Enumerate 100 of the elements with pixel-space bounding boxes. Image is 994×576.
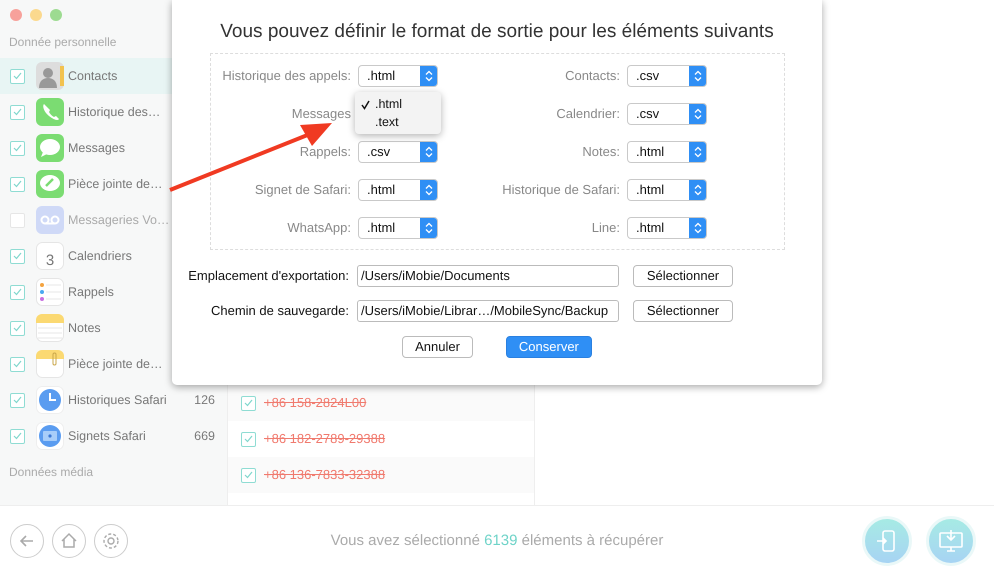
back-button[interactable] [10, 524, 44, 558]
checkmark-icon [13, 396, 22, 404]
selection-summary: Vous avez sélectionné 6139 éléments à récupérer [330, 530, 664, 551]
clock-icon [35, 385, 65, 415]
checkbox[interactable] [10, 248, 25, 264]
reminders-list-icon [35, 277, 65, 307]
checkbox[interactable] [10, 392, 25, 408]
notepad-icon [35, 313, 65, 343]
section-heading: Données média [8, 464, 94, 481]
checkbox[interactable] [10, 176, 25, 192]
checkmark-icon [13, 144, 22, 152]
item-label: Calendriers [68, 248, 133, 265]
cancel-button[interactable]: Annuler [402, 336, 473, 358]
menu-option[interactable]: .html [355, 95, 441, 113]
checkbox[interactable] [10, 428, 25, 444]
checkmark-icon [244, 471, 253, 479]
format-label: Messages [290, 105, 351, 124]
item-label: Historique des… [68, 104, 162, 121]
stepper-arrows-icon [694, 108, 702, 120]
format-label: Line: [590, 219, 620, 238]
checkbox[interactable] [10, 356, 25, 372]
stepper-arrows-icon [694, 184, 702, 196]
checkbox[interactable] [241, 396, 256, 410]
stepper-arrows-icon [694, 146, 702, 158]
sidebar-item[interactable]: Historique des… [0, 94, 227, 130]
stepper-arrows-icon [424, 146, 432, 158]
item-label: Messages [68, 140, 126, 157]
stepper-arrows-icon [694, 222, 702, 234]
item-label: Messageries Vo… [68, 212, 170, 229]
checkmark-icon [13, 324, 22, 332]
format-select[interactable]: .html [627, 179, 707, 201]
home-icon [60, 532, 78, 550]
format-select[interactable]: .html [358, 179, 438, 201]
notepad-paperclip-icon [35, 349, 65, 379]
checkmark-icon [13, 252, 22, 260]
recover-to-computer-button[interactable] [926, 516, 976, 566]
contact-card-icon [35, 61, 65, 91]
sidebar-item[interactable]: Historiques Safari 126 [0, 382, 227, 418]
phone-number: +86 136-7833-32388 [264, 466, 386, 484]
path-field[interactable]: /Users/iMobie/Documents [357, 264, 619, 286]
phone-number: +86 182-2789-29388 [264, 430, 386, 448]
item-label: Signets Safari [68, 428, 147, 445]
format-label: Rappels: [298, 143, 351, 162]
dialog-title: Vous pouvez définir le format de sortie pour les éléments suivants [219, 20, 775, 44]
item-label: Notes [68, 320, 102, 337]
select-folder-button[interactable]: Sélectionner [633, 300, 733, 322]
stepper-arrows-icon [424, 70, 432, 82]
checkmark-icon [13, 108, 22, 116]
settings-button[interactable] [94, 524, 128, 558]
path-field[interactable]: /Users/iMobie/Librar…/MobileSync/Backup [357, 300, 619, 322]
item-label: Rappels [68, 284, 115, 301]
settings-icon [101, 531, 121, 551]
calendar-icon: 3 [35, 241, 65, 271]
checkmark-icon [13, 288, 22, 296]
format-label: Historique de Safari: [501, 181, 620, 200]
format-select[interactable]: .csv [627, 103, 707, 125]
item-count: 126 [194, 392, 215, 409]
item-label: Pièce jointe de… [68, 356, 164, 373]
sidebar-item[interactable]: Signets Safari 669 [0, 418, 227, 454]
zoom-window-button[interactable] [50, 9, 62, 21]
format-label: Notes: [581, 143, 620, 162]
format-label: WhatsApp: [286, 219, 351, 238]
format-label: Calendrier: [555, 105, 620, 124]
checkbox[interactable] [10, 284, 25, 300]
chat-bubble-icon [35, 133, 65, 163]
format-select[interactable]: .html [358, 217, 438, 239]
item-label: Historiques Safari [68, 392, 168, 409]
recover-to-device-button[interactable] [862, 516, 912, 566]
checkbox[interactable] [241, 468, 256, 482]
checkmark-icon [244, 435, 253, 443]
select-folder-button[interactable]: Sélectionner [633, 264, 733, 286]
chat-paperclip-icon [35, 169, 65, 199]
menu-option[interactable]: .text [355, 113, 441, 131]
stepper-arrows-icon [694, 70, 702, 82]
checkbox[interactable] [241, 432, 256, 446]
checkbox[interactable] [10, 104, 25, 120]
phone-icon [35, 97, 65, 127]
checkbox[interactable] [10, 140, 25, 156]
checkmark-icon [13, 432, 22, 440]
item-label: Contacts [68, 68, 118, 85]
checkmark-icon [13, 72, 22, 80]
checkbox[interactable] [10, 68, 25, 84]
close-window-button[interactable] [10, 9, 22, 21]
format-select[interactable]: .csv [627, 65, 707, 87]
format-select[interactable]: .html [627, 141, 707, 163]
phone-number: +86 158-2824L00 [264, 394, 366, 412]
item-label: Pièce jointe de… [68, 176, 164, 193]
format-select[interactable]: .html [358, 65, 438, 87]
sidebar-item[interactable]: Pièce jointe de… [0, 166, 227, 202]
path-label: Emplacement d'exportation: [187, 266, 350, 285]
format-select[interactable]: .csv [358, 141, 438, 163]
format-label: Signet de Safari: [254, 181, 351, 200]
format-select[interactable]: .html [627, 217, 707, 239]
minimize-window-button[interactable] [30, 9, 42, 21]
checkbox[interactable] [10, 320, 25, 336]
home-button[interactable] [52, 524, 86, 558]
sidebar-item[interactable]: Pièce jointe de… [0, 346, 227, 382]
checkmark-icon [13, 180, 22, 188]
item-count: 669 [194, 428, 215, 445]
sidebar-item[interactable]: Messages [0, 130, 227, 166]
